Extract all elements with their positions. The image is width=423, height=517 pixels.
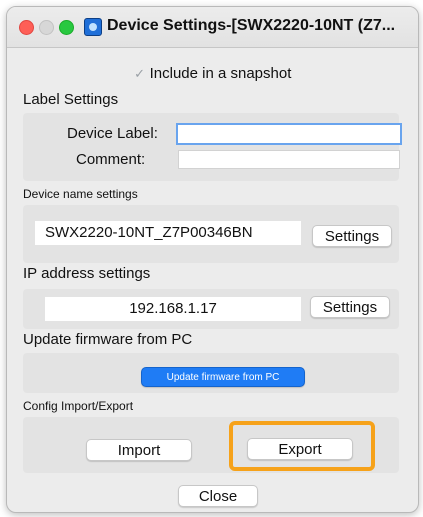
ip-address-value: 192.168.1.17 xyxy=(45,297,301,321)
device-name-heading: Device name settings xyxy=(23,187,138,201)
device-name-settings-button[interactable]: Settings xyxy=(312,225,392,247)
import-button[interactable]: Import xyxy=(86,439,192,461)
comment-label: Comment: xyxy=(76,151,146,168)
zoom-window-icon[interactable] xyxy=(59,20,74,35)
update-firmware-button[interactable]: Update firmware from PC xyxy=(141,367,305,387)
close-window-icon[interactable] xyxy=(19,20,34,35)
close-button[interactable]: Close xyxy=(178,485,258,507)
device-label-input[interactable] xyxy=(176,123,402,145)
snapshot-checkbox[interactable]: ✓ Include in a snapshot xyxy=(7,65,418,82)
firmware-panel: Update firmware from PC xyxy=(23,353,399,393)
device-settings-window: Device Settings-[SWX2220-10NT (Z7... ✓ In… xyxy=(6,6,419,513)
window-title: Device Settings-[SWX2220-10NT (Z7... xyxy=(107,17,396,34)
ip-address-panel: 192.168.1.17 Settings xyxy=(23,289,399,329)
device-name-panel: SWX2220-10NT_Z7P00346BN Settings xyxy=(23,205,399,263)
device-name-value: SWX2220-10NT_Z7P00346BN xyxy=(35,221,301,245)
checkmark-icon: ✓ xyxy=(134,66,146,81)
label-settings-heading: Label Settings xyxy=(23,91,119,108)
title-bar[interactable]: Device Settings-[SWX2220-10NT (Z7... xyxy=(7,7,418,48)
label-settings-panel: Device Label: Comment: xyxy=(23,113,402,181)
firmware-heading: Update firmware from PC xyxy=(23,331,193,348)
export-highlight-frame xyxy=(229,421,375,471)
comment-input[interactable] xyxy=(178,150,400,169)
device-label-label: Device Label: xyxy=(67,125,158,142)
ip-address-heading: IP address settings xyxy=(23,265,151,282)
snapshot-checkbox-label: Include in a snapshot xyxy=(149,65,292,82)
ip-address-settings-button[interactable]: Settings xyxy=(310,296,390,318)
config-heading: Config Import/Export xyxy=(23,399,134,413)
minimize-window-icon[interactable] xyxy=(39,20,54,35)
app-icon xyxy=(84,18,102,36)
